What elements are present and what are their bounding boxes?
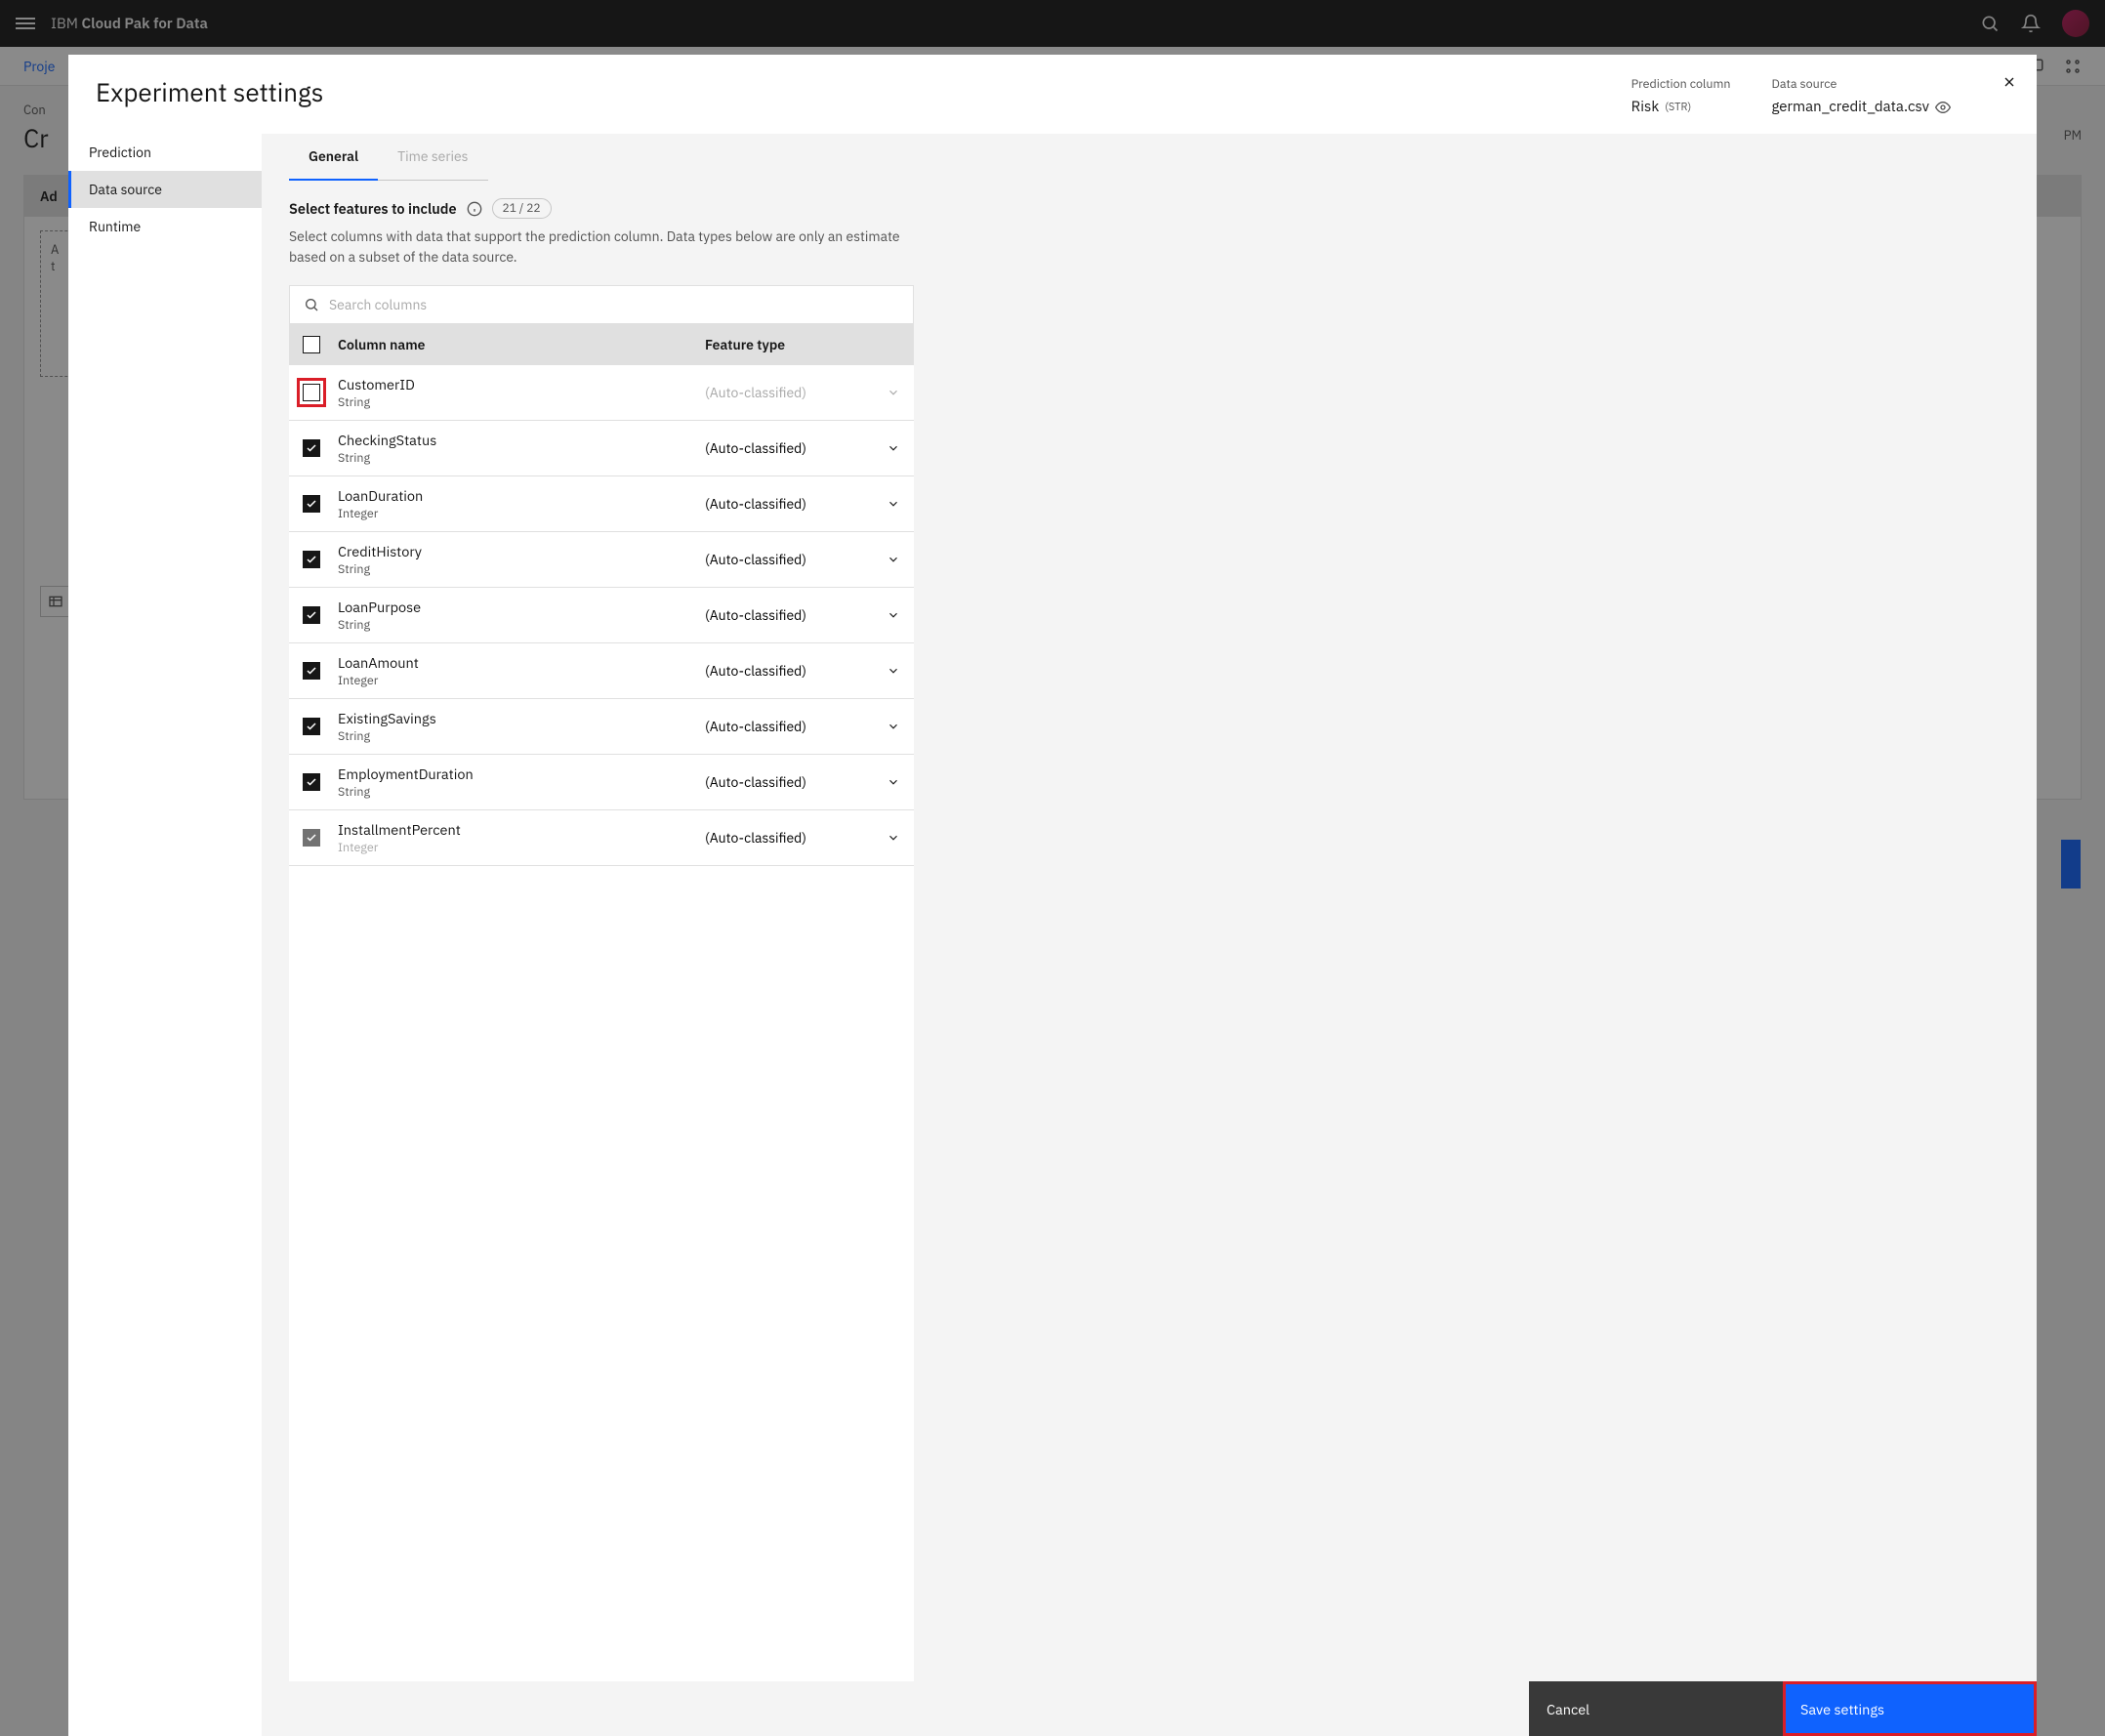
row-checkbox[interactable] [303, 439, 320, 457]
chevron-down-icon [887, 775, 900, 789]
column-name: InstallmentPercent [338, 820, 705, 839]
column-dtype: String [338, 561, 705, 577]
column-name: CheckingStatus [338, 431, 705, 449]
chevron-down-icon [887, 664, 900, 678]
row-checkbox[interactable] [303, 829, 320, 847]
chevron-down-icon [887, 441, 900, 455]
table-rows: CustomerIDString(Auto-classified)Checkin… [289, 365, 914, 1681]
table-row: InstallmentPercentInteger(Auto-classifie… [289, 810, 914, 866]
row-checkbox[interactable] [303, 718, 320, 735]
table-row: LoanPurposeString(Auto-classified) [289, 588, 914, 643]
chevron-down-icon [887, 831, 900, 845]
feature-table: Column name Feature type CustomerIDStrin… [289, 324, 914, 1681]
select-all-checkbox[interactable] [303, 336, 320, 353]
column-name: EmploymentDuration [338, 765, 705, 783]
sidebar-item-runtime[interactable]: Runtime [68, 208, 262, 245]
column-name: CreditHistory [338, 542, 705, 560]
section-title: Select features to include [289, 199, 457, 218]
table-row: CreditHistoryString(Auto-classified) [289, 532, 914, 588]
chevron-down-icon [887, 553, 900, 566]
chevron-down-icon [887, 608, 900, 622]
table-row: CustomerIDString(Auto-classified) [289, 365, 914, 421]
feature-type-dropdown[interactable]: (Auto-classified) [705, 551, 900, 568]
row-checkbox[interactable] [303, 495, 320, 513]
cancel-button[interactable]: Cancel [1529, 1681, 1783, 1736]
modal-header: Experiment settings Prediction column Ri… [68, 55, 2037, 134]
table-row: EmploymentDurationString(Auto-classified… [289, 755, 914, 810]
row-checkbox[interactable] [303, 606, 320, 624]
column-name: LoanAmount [338, 653, 705, 672]
modal-title: Experiment settings [96, 76, 323, 109]
column-dtype: Integer [338, 506, 705, 521]
feature-type-dropdown[interactable]: (Auto-classified) [705, 662, 900, 680]
section-description: Select columns with data that support th… [289, 227, 914, 268]
info-icon[interactable] [467, 201, 482, 217]
column-name: LoanDuration [338, 486, 705, 505]
modal-content: General Time series Select features to i… [262, 134, 2037, 1736]
row-checkbox[interactable] [303, 551, 320, 568]
column-name: CustomerID [338, 375, 705, 393]
row-checkbox[interactable] [303, 773, 320, 791]
chevron-down-icon [887, 497, 900, 511]
row-checkbox[interactable] [303, 662, 320, 680]
table-row: CheckingStatusString(Auto-classified) [289, 421, 914, 476]
column-dtype: String [338, 728, 705, 744]
column-dtype: String [338, 450, 705, 466]
preview-icon[interactable] [1935, 100, 1951, 115]
save-button[interactable]: Save settings [1783, 1681, 2037, 1736]
column-dtype: Integer [338, 840, 705, 855]
feature-type-dropdown[interactable]: (Auto-classified) [705, 495, 900, 513]
feature-type-dropdown[interactable]: (Auto-classified) [705, 829, 900, 847]
close-icon[interactable] [2000, 72, 2019, 92]
feature-type-dropdown[interactable]: (Auto-classified) [705, 773, 900, 791]
chevron-down-icon [887, 386, 900, 399]
table-header: Column name Feature type [289, 324, 914, 365]
column-dtype: String [338, 394, 705, 410]
modal-footer: Cancel Save settings [1529, 1681, 2037, 1736]
feature-type-dropdown[interactable]: (Auto-classified) [705, 718, 900, 735]
column-dtype: String [338, 617, 705, 633]
chevron-down-icon [887, 720, 900, 733]
table-row: LoanDurationInteger(Auto-classified) [289, 476, 914, 532]
search-icon [304, 297, 319, 312]
table-row: LoanAmountInteger(Auto-classified) [289, 643, 914, 699]
column-dtype: String [338, 784, 705, 800]
tab-time-series: Time series [378, 134, 487, 181]
column-name: LoanPurpose [338, 598, 705, 616]
sidebar-item-prediction[interactable]: Prediction [68, 134, 262, 171]
prediction-column-meta: Prediction column Risk(STR) [1631, 76, 1731, 116]
search-box[interactable] [289, 285, 914, 324]
data-source-meta: Data source german_credit_data.csv [1771, 76, 1951, 116]
column-header-name: Column name [338, 336, 705, 353]
search-input[interactable] [329, 296, 899, 313]
row-checkbox[interactable] [303, 384, 320, 401]
experiment-settings-modal: Experiment settings Prediction column Ri… [68, 55, 2037, 1736]
column-header-type: Feature type [705, 336, 900, 353]
feature-type-dropdown[interactable]: (Auto-classified) [705, 439, 900, 457]
modal-sidebar: Prediction Data source Runtime [68, 134, 262, 1736]
tabs: General Time series [262, 134, 2037, 181]
column-dtype: Integer [338, 673, 705, 688]
feature-type-dropdown: (Auto-classified) [705, 384, 900, 401]
modal-overlay: Experiment settings Prediction column Ri… [0, 0, 2105, 1736]
column-name: ExistingSavings [338, 709, 705, 727]
feature-count-pill: 21 / 22 [492, 198, 552, 219]
feature-type-dropdown[interactable]: (Auto-classified) [705, 606, 900, 624]
table-row: ExistingSavingsString(Auto-classified) [289, 699, 914, 755]
tab-general[interactable]: General [289, 134, 378, 181]
sidebar-item-data-source[interactable]: Data source [68, 171, 262, 208]
